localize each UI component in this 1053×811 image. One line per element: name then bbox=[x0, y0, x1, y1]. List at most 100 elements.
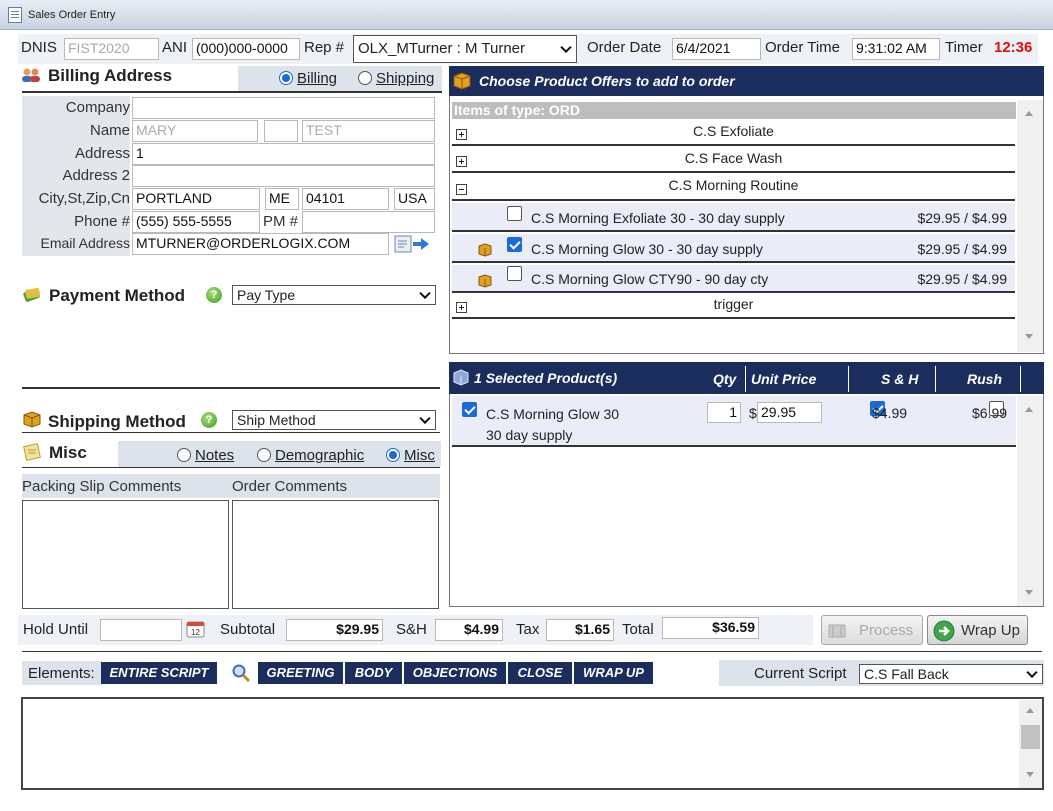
subtotal-label: Subtotal bbox=[220, 621, 276, 638]
offer-item-checkbox[interactable] bbox=[507, 266, 522, 281]
unit-price-field[interactable]: 29.95 bbox=[757, 402, 822, 423]
radio-billing-dot[interactable] bbox=[279, 71, 293, 85]
offer-item-price: $29.95 / $4.99 bbox=[917, 271, 1007, 287]
order-comments-label: Order Comments bbox=[232, 478, 348, 495]
company-field[interactable] bbox=[132, 97, 435, 119]
rep-select-value: OLX_MTurner : M Turner bbox=[358, 40, 525, 57]
radio-shipping-label: Shipping bbox=[376, 70, 435, 87]
pm-field[interactable] bbox=[302, 211, 435, 233]
middle-initial-field[interactable] bbox=[264, 120, 298, 142]
order-comments-textarea[interactable] bbox=[232, 500, 439, 609]
process-label: Process bbox=[859, 622, 914, 639]
dnis-field[interactable]: FIST2020 bbox=[64, 38, 159, 60]
wrap-up-button[interactable]: Wrap Up bbox=[927, 615, 1028, 645]
offer-item-row[interactable]: C.S Morning Glow CTY90 - 90 day cty $29.… bbox=[452, 265, 1015, 293]
offer-group-row[interactable]: C.S Morning Routine bbox=[452, 173, 1015, 201]
offer-item-row[interactable]: C.S Morning Exfoliate 30 - 30 day supply… bbox=[452, 203, 1015, 232]
tax-label: Tax bbox=[516, 621, 540, 638]
product-box-icon bbox=[478, 243, 492, 257]
offer-item-checkbox[interactable] bbox=[507, 237, 522, 252]
pay-type-select[interactable]: Pay Type bbox=[232, 285, 436, 305]
cart-box-icon bbox=[453, 369, 469, 386]
billing-divider bbox=[22, 91, 442, 93]
order-date-field[interactable]: 6/4/2021 bbox=[672, 38, 761, 60]
payment-help-icon[interactable]: ? bbox=[206, 287, 222, 303]
offer-item-label: C.S Morning Exfoliate 30 - 30 day supply bbox=[531, 210, 785, 226]
misc-top-divider bbox=[22, 432, 440, 433]
hold-until-label: Hold Until bbox=[23, 621, 89, 638]
ship-method-value: Ship Method bbox=[237, 412, 316, 428]
script-objections-button[interactable]: OBJECTIONS bbox=[404, 662, 507, 684]
sh-value: $4.99 bbox=[872, 405, 908, 421]
city-field[interactable]: PORTLAND bbox=[132, 188, 260, 210]
offer-group-label: C.S Morning Routine bbox=[668, 177, 799, 193]
country-field[interactable]: USA bbox=[394, 188, 435, 210]
radio-notes-dot[interactable] bbox=[177, 448, 191, 462]
offer-group-row[interactable]: C.S Exfoliate bbox=[452, 119, 1015, 146]
zip-field[interactable]: 04101 bbox=[302, 188, 389, 210]
scroll-down-arrow-icon[interactable] bbox=[1025, 590, 1033, 595]
radio-misc-label: Misc bbox=[404, 447, 435, 464]
selected-product-name: C.S Morning Glow 30 bbox=[486, 406, 620, 422]
selected-product-sub: 30 day supply bbox=[486, 427, 573, 443]
email-label: Email Address bbox=[40, 235, 130, 251]
selected-scrollbar[interactable] bbox=[1017, 396, 1043, 606]
scroll-thumb[interactable] bbox=[1021, 725, 1040, 749]
shipping-title: Shipping Method bbox=[48, 412, 186, 431]
chevron-down-icon bbox=[560, 41, 572, 54]
first-name-field[interactable]: MARY bbox=[132, 120, 258, 142]
current-script-select[interactable]: C.S Fall Back bbox=[859, 664, 1043, 684]
radio-billing[interactable]: Billing bbox=[279, 70, 337, 87]
offer-group-row[interactable]: C.S Face Wash bbox=[452, 146, 1015, 173]
packing-slip-label: Packing Slip Comments bbox=[22, 478, 182, 495]
selected-include-checkbox[interactable] bbox=[462, 402, 477, 417]
hold-until-field[interactable] bbox=[100, 619, 182, 641]
scroll-up-arrow-icon[interactable] bbox=[1025, 407, 1033, 412]
radio-misc[interactable]: Misc bbox=[386, 447, 435, 464]
offer-item-checkbox[interactable] bbox=[507, 206, 522, 221]
radio-shipping[interactable]: Shipping bbox=[358, 70, 434, 87]
ani-field[interactable]: (000)000-0000 bbox=[192, 38, 300, 60]
radio-notes[interactable]: Notes bbox=[177, 447, 234, 464]
offers-group-header: Items of type: ORD bbox=[452, 102, 1016, 119]
email-field[interactable]: MTURNER@ORDERLOGIX.COM bbox=[132, 233, 389, 255]
packing-slip-textarea[interactable] bbox=[22, 500, 229, 609]
city-label: City,St,Zip,Cn bbox=[38, 190, 130, 207]
script-text-area[interactable] bbox=[21, 697, 1044, 790]
offers-scrollbar[interactable] bbox=[1017, 100, 1043, 352]
last-name-field[interactable]: TEST bbox=[302, 120, 435, 142]
arrow-right-circle-icon bbox=[933, 620, 955, 642]
scroll-up-arrow-icon[interactable] bbox=[1026, 708, 1034, 713]
chevron-down-icon bbox=[419, 412, 431, 425]
radio-demographic-dot[interactable] bbox=[257, 448, 271, 462]
total-value: $36.59 bbox=[662, 617, 759, 639]
radio-demographic[interactable]: Demographic bbox=[257, 447, 364, 464]
ship-method-select[interactable]: Ship Method bbox=[232, 410, 436, 430]
process-button[interactable]: Process bbox=[821, 615, 923, 645]
rep-select[interactable]: OLX_MTurner : M Turner bbox=[353, 35, 577, 63]
send-email-icon[interactable] bbox=[393, 234, 431, 254]
scroll-down-arrow-icon[interactable] bbox=[1026, 772, 1034, 777]
current-script-label: Current Script bbox=[754, 665, 847, 682]
scroll-down-arrow-icon[interactable] bbox=[1025, 334, 1033, 339]
scroll-up-arrow-icon[interactable] bbox=[1025, 111, 1033, 116]
script-close-button[interactable]: CLOSE bbox=[508, 662, 573, 684]
order-time-field[interactable]: 9:31:02 AM bbox=[852, 38, 940, 60]
script-body-button[interactable]: BODY bbox=[345, 662, 403, 684]
address-field[interactable]: 1 bbox=[132, 143, 435, 165]
offer-group-row[interactable]: trigger bbox=[452, 293, 1015, 319]
offer-item-row[interactable]: C.S Morning Glow 30 - 30 day supply $29.… bbox=[452, 234, 1015, 263]
script-greeting-button[interactable]: GREETING bbox=[258, 662, 344, 684]
radio-shipping-dot[interactable] bbox=[358, 71, 372, 85]
script-wrapup-button[interactable]: WRAP UP bbox=[574, 662, 654, 684]
script-entire-button[interactable]: ENTIRE SCRIPT bbox=[101, 662, 218, 684]
radio-misc-dot[interactable] bbox=[386, 448, 400, 462]
shipping-help-icon[interactable]: ? bbox=[201, 412, 217, 428]
phone-field[interactable]: (555) 555-5555 bbox=[132, 211, 260, 233]
state-field[interactable]: ME bbox=[265, 188, 299, 210]
address2-field[interactable] bbox=[132, 165, 435, 187]
qty-field[interactable]: 1 bbox=[707, 402, 741, 423]
col-separator bbox=[1020, 366, 1021, 392]
search-icon[interactable] bbox=[231, 663, 251, 683]
calendar-icon[interactable]: 12 bbox=[186, 619, 206, 639]
